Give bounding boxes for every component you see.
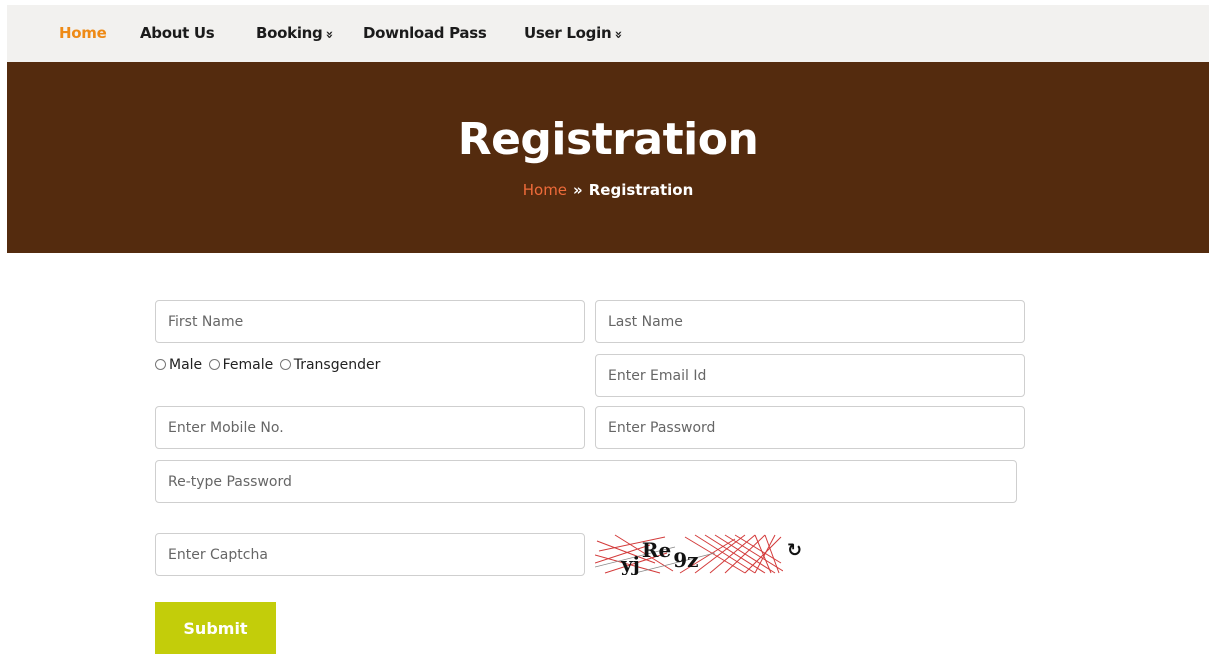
page-banner: Registration Home » Registration bbox=[7, 62, 1209, 253]
breadcrumb-home-link[interactable]: Home bbox=[523, 181, 567, 199]
retype-password-input[interactable] bbox=[155, 460, 1017, 503]
chevron-down-icon: » bbox=[322, 30, 338, 39]
nav-user-login[interactable]: User Login» bbox=[524, 5, 626, 62]
gender-male-option[interactable]: Male bbox=[155, 357, 202, 373]
top-navbar: Home About Us Booking» Download Pass Use… bbox=[7, 5, 1209, 62]
submit-button[interactable]: Submit bbox=[155, 602, 276, 654]
chevron-down-icon: » bbox=[610, 30, 626, 39]
breadcrumb-separator: » bbox=[573, 181, 583, 199]
gender-transgender-radio[interactable] bbox=[279, 359, 291, 370]
breadcrumb: Home » Registration bbox=[7, 181, 1209, 199]
gender-radio-group: Male Female Transgender bbox=[155, 357, 382, 373]
captcha-image: yjRe 9z bbox=[595, 533, 783, 575]
password-input[interactable] bbox=[595, 406, 1025, 449]
refresh-icon[interactable]: ↻ bbox=[787, 540, 802, 561]
captcha-input[interactable] bbox=[155, 533, 585, 576]
gender-female-label: Female bbox=[222, 357, 274, 373]
gender-female-radio[interactable] bbox=[208, 359, 220, 370]
breadcrumb-current: Registration bbox=[588, 181, 694, 199]
nav-about-us[interactable]: About Us bbox=[140, 5, 215, 62]
gender-transgender-label: Transgender bbox=[293, 357, 381, 373]
gender-female-option[interactable]: Female bbox=[208, 357, 274, 373]
last-name-input[interactable] bbox=[595, 300, 1025, 343]
nav-booking[interactable]: Booking» bbox=[256, 5, 337, 62]
nav-home[interactable]: Home bbox=[59, 5, 107, 62]
gender-male-label: Male bbox=[169, 357, 203, 373]
mobile-input[interactable] bbox=[155, 406, 585, 449]
first-name-input[interactable] bbox=[155, 300, 585, 343]
page-title: Registration bbox=[457, 114, 759, 165]
nav-download-pass[interactable]: Download Pass bbox=[363, 5, 487, 62]
gender-transgender-option[interactable]: Transgender bbox=[279, 357, 381, 373]
email-input[interactable] bbox=[595, 354, 1025, 397]
gender-male-radio[interactable] bbox=[155, 359, 166, 370]
